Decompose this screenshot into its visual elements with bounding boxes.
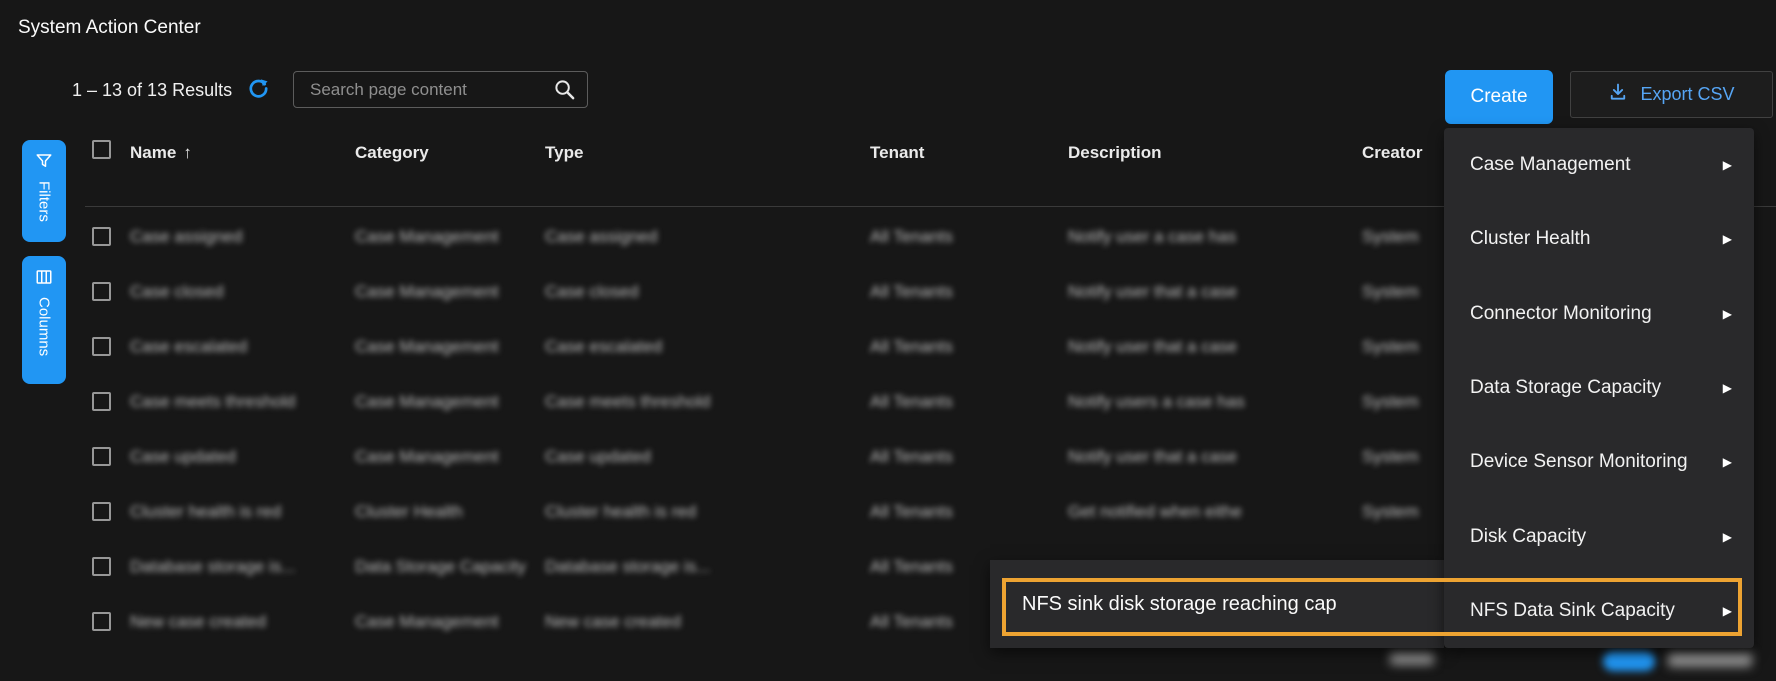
- select-all-checkbox[interactable]: [92, 140, 111, 159]
- cell-type: New case created: [545, 612, 681, 632]
- menu-item-label: Case Management: [1470, 154, 1631, 176]
- cell-tenant: All Tenants: [870, 447, 953, 467]
- menu-item-label: Device Sensor Monitoring: [1470, 451, 1688, 473]
- column-header-tenant[interactable]: Tenant: [870, 143, 924, 163]
- cell-creator: System: [1362, 392, 1419, 412]
- cell-name: Case assigned: [130, 227, 242, 247]
- row-checkbox[interactable]: [92, 227, 111, 246]
- row-checkbox[interactable]: [92, 337, 111, 356]
- sort-asc-icon: ↑: [183, 143, 192, 162]
- cell-tenant: All Tenants: [870, 502, 953, 522]
- create-submenu: NFS sink disk storage reaching cap: [990, 560, 1444, 648]
- refresh-button[interactable]: [246, 77, 270, 101]
- cell-name: Case updated: [130, 447, 236, 467]
- row-checkbox[interactable]: [92, 502, 111, 521]
- cell-description: Notify users a case has: [1068, 392, 1245, 412]
- menu-item-nfs-data-sink-capacity[interactable]: NFS Data Sink Capacity ▶: [1444, 574, 1754, 648]
- column-header-category[interactable]: Category: [355, 143, 429, 163]
- cell-type: Case assigned: [545, 227, 657, 247]
- cell-category: Cluster Health: [355, 502, 463, 522]
- cell-description: Get notified when eithe: [1068, 502, 1242, 522]
- chevron-right-icon: ▶: [1723, 455, 1732, 469]
- menu-item-device-sensor-monitoring[interactable]: Device Sensor Monitoring ▶: [1444, 425, 1754, 499]
- cell-name: New case created: [130, 612, 266, 632]
- cell-category: Case Management: [355, 447, 499, 467]
- search-container: [293, 71, 588, 108]
- search-input[interactable]: [293, 71, 588, 108]
- menu-item-label: Connector Monitoring: [1470, 303, 1652, 325]
- menu-item-label: Cluster Health: [1470, 228, 1590, 250]
- cell-name: Case meets threshold: [130, 392, 295, 412]
- chevron-right-icon: ▶: [1723, 232, 1732, 246]
- column-header-type[interactable]: Type: [545, 143, 583, 163]
- cell-creator: System: [1362, 337, 1419, 357]
- cell-tenant: All Tenants: [870, 282, 953, 302]
- cell-tenant: All Tenants: [870, 337, 953, 357]
- cell-category: Case Management: [355, 227, 499, 247]
- row-checkbox[interactable]: [92, 282, 111, 301]
- column-header-name[interactable]: Name↑: [130, 143, 192, 163]
- chevron-right-icon: ▶: [1723, 158, 1732, 172]
- chevron-right-icon: ▶: [1723, 307, 1732, 321]
- cell-creator: System: [1362, 502, 1419, 522]
- row-checkbox[interactable]: [92, 612, 111, 631]
- column-header-creator[interactable]: Creator: [1362, 143, 1422, 163]
- cell-type: Cluster health is red: [545, 502, 696, 522]
- menu-item-label: Disk Capacity: [1470, 526, 1586, 548]
- cell-description: Notify user that a case: [1068, 447, 1237, 467]
- cell-name: Cluster health is red: [130, 502, 281, 522]
- cell-creator: System: [1362, 227, 1419, 247]
- row-checkbox[interactable]: [92, 557, 111, 576]
- cell-type: Case meets threshold: [545, 392, 710, 412]
- results-count: 1 – 13 of 13 Results: [72, 80, 232, 101]
- row-checkbox[interactable]: [92, 447, 111, 466]
- export-csv-button[interactable]: Export CSV: [1570, 71, 1773, 118]
- cell-type: Database storage is...: [545, 557, 710, 577]
- cell-category: Data Storage Capacity: [355, 557, 526, 577]
- blurred-creator-fragment: [1390, 652, 1434, 665]
- cell-description: Notify user that a case: [1068, 337, 1237, 357]
- chevron-right-icon: ▶: [1723, 381, 1732, 395]
- menu-item-case-management[interactable]: Case Management ▶: [1444, 128, 1754, 202]
- column-header-description[interactable]: Description: [1068, 143, 1162, 163]
- cell-category: Case Management: [355, 337, 499, 357]
- cell-creator: System: [1362, 447, 1419, 467]
- cell-type: Case escalated: [545, 337, 662, 357]
- cell-tenant: All Tenants: [870, 612, 953, 632]
- cell-type: Case updated: [545, 447, 651, 467]
- row-checkbox[interactable]: [92, 392, 111, 411]
- menu-item-label: Data Storage Capacity: [1470, 377, 1661, 399]
- search-icon: [553, 78, 576, 106]
- cell-type: Case closed: [545, 282, 639, 302]
- export-csv-label: Export CSV: [1640, 84, 1734, 105]
- cell-tenant: All Tenants: [870, 227, 953, 247]
- menu-item-label: NFS Data Sink Capacity: [1470, 600, 1675, 622]
- download-icon: [1608, 82, 1628, 107]
- cell-category: Case Management: [355, 392, 499, 412]
- cell-name: Case escalated: [130, 337, 247, 357]
- chevron-right-icon: ▶: [1723, 604, 1732, 618]
- cell-description: Notify user that a case: [1068, 282, 1237, 302]
- refresh-icon: [247, 88, 270, 103]
- cell-name: Database storage is...: [130, 557, 295, 577]
- cell-category: Case Management: [355, 282, 499, 302]
- cell-name: Case closed: [130, 282, 224, 302]
- cell-category: Case Management: [355, 612, 499, 632]
- create-menu: Case Management ▶ Cluster Health ▶ Conne…: [1444, 128, 1754, 648]
- create-button[interactable]: Create: [1445, 70, 1553, 124]
- page-title: System Action Center: [18, 17, 201, 39]
- cell-tenant: All Tenants: [870, 557, 953, 577]
- cell-tenant: All Tenants: [870, 392, 953, 412]
- cell-creator: System: [1362, 282, 1419, 302]
- menu-item-data-storage-capacity[interactable]: Data Storage Capacity ▶: [1444, 351, 1754, 425]
- menu-item-disk-capacity[interactable]: Disk Capacity ▶: [1444, 499, 1754, 573]
- submenu-item-nfs-sink-disk-storage[interactable]: NFS sink disk storage reaching cap: [990, 593, 1337, 616]
- cell-description: Notify user a case has: [1068, 227, 1236, 247]
- menu-item-cluster-health[interactable]: Cluster Health ▶: [1444, 202, 1754, 276]
- blurred-status-label: [1668, 652, 1752, 667]
- chevron-right-icon: ▶: [1723, 530, 1732, 544]
- status-toggle[interactable]: [1603, 651, 1655, 671]
- menu-item-connector-monitoring[interactable]: Connector Monitoring ▶: [1444, 277, 1754, 351]
